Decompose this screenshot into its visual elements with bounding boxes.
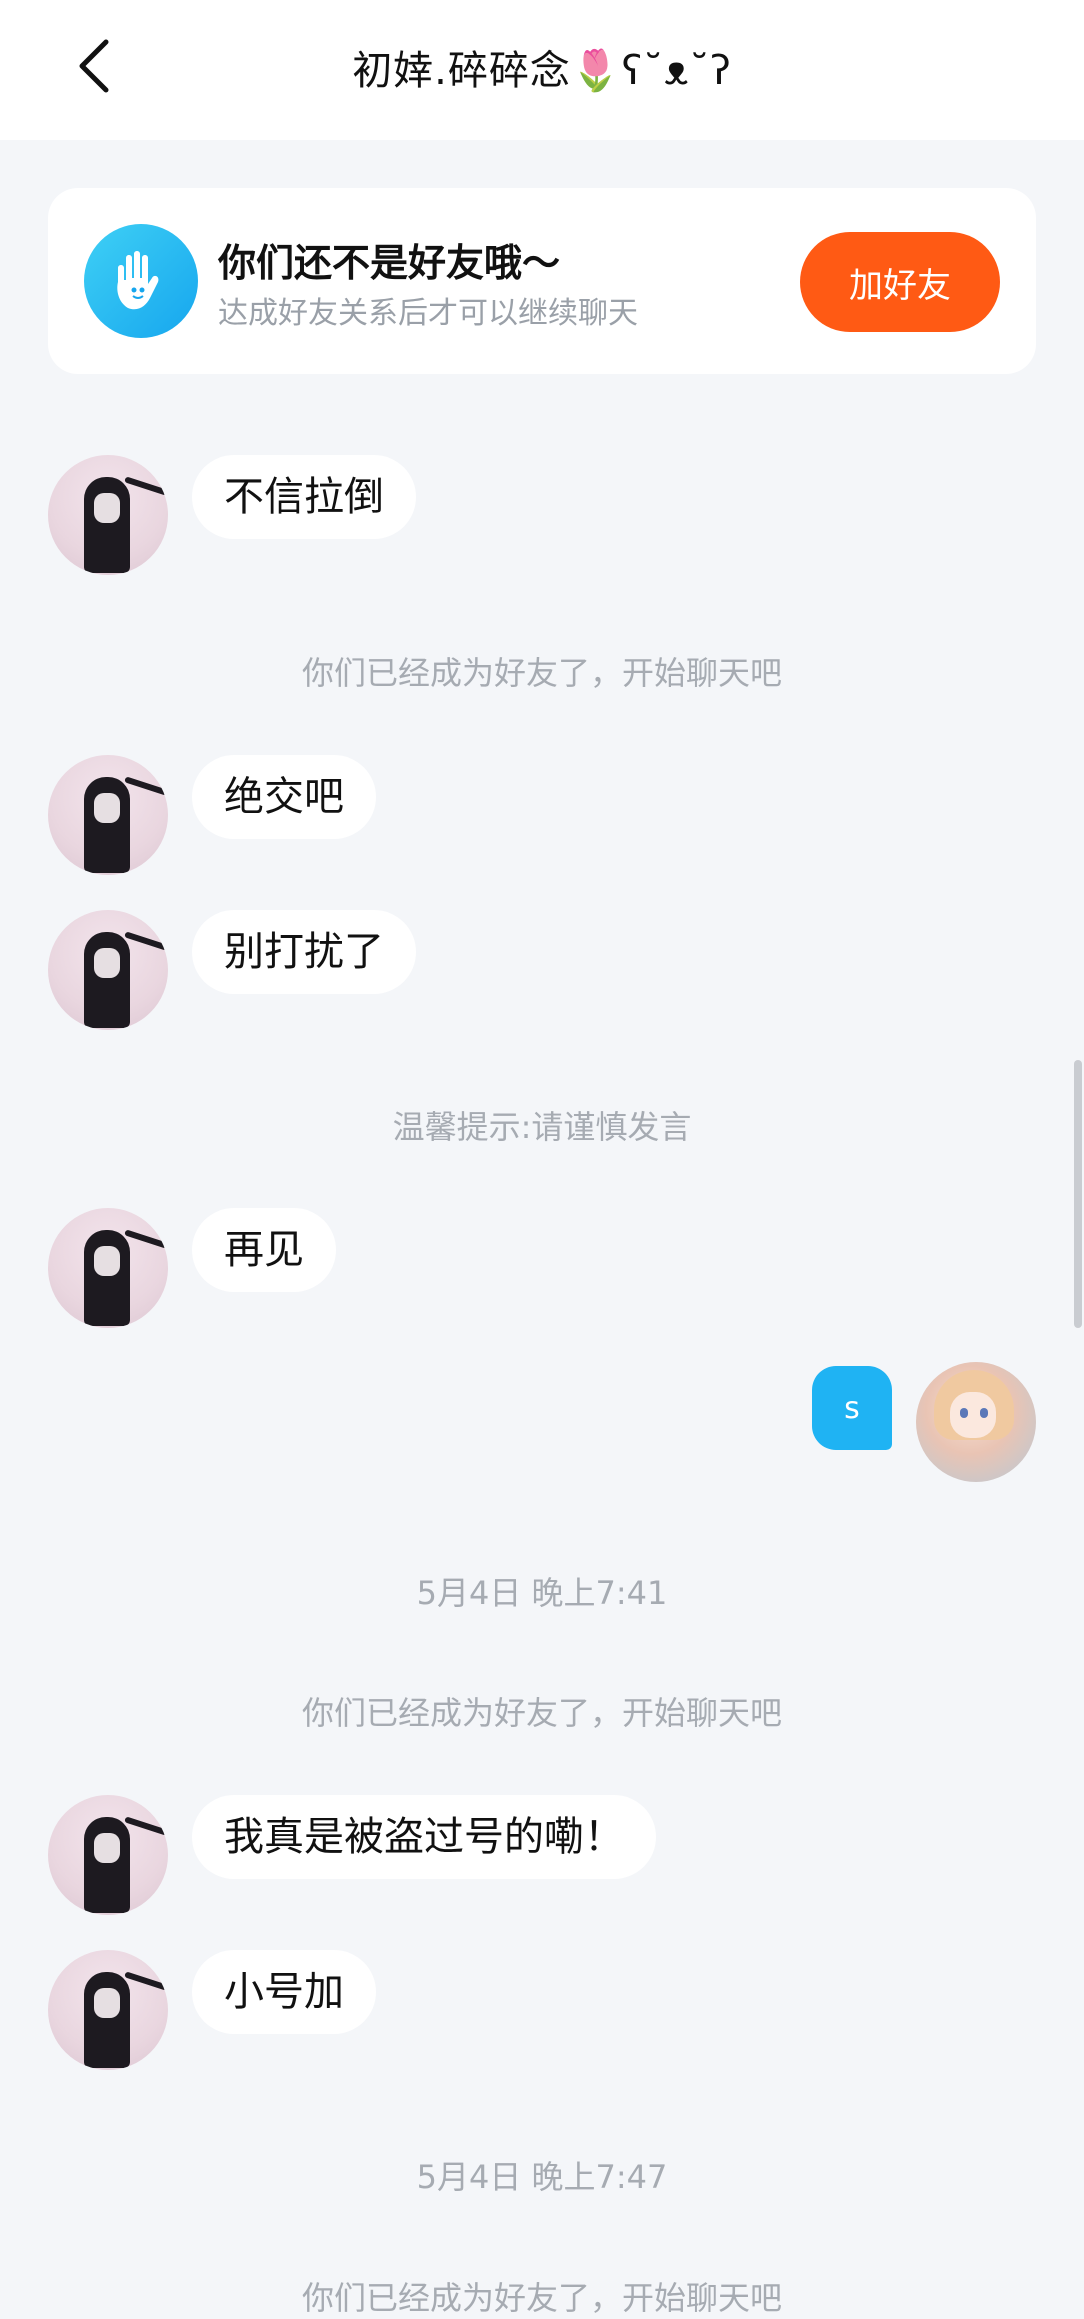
message-bubble[interactable]: 别打扰了 (192, 910, 416, 994)
banner-title: 你们还不是好友哦～ (218, 241, 561, 285)
contact-avatar[interactable] (48, 910, 168, 1030)
self-message-bubble[interactable]: s (812, 1366, 892, 1450)
timestamp: 5月4日 晚上7:47 (416, 2158, 668, 2196)
contact-avatar[interactable] (48, 755, 168, 875)
system-note: 你们已经成为好友了，开始聊天吧 (301, 2279, 782, 2317)
timestamp: 5月4日 晚上7:41 (416, 1574, 668, 1612)
not-friend-banner: 你们还不是好友哦～ 达成好友关系后才可以继续聊天 加好友 (48, 188, 1036, 374)
system-note: 你们已经成为好友了，开始聊天吧 (301, 1694, 782, 1732)
hand-wave-icon (84, 224, 198, 338)
add-friend-button[interactable]: 加好友 (800, 232, 1000, 332)
system-note: 温馨提示:请谨慎发言 (392, 1108, 692, 1146)
message-bubble[interactable]: 绝交吧 (192, 755, 376, 839)
banner-subtitle: 达成好友关系后才可以继续聊天 (218, 296, 638, 331)
top-bar: 初婞.碎碎念🌷ʕ˘ᴥ˘ʔ (0, 0, 1084, 140)
contact-avatar[interactable] (48, 1795, 168, 1915)
message-bubble[interactable]: 不信拉倒 (192, 455, 416, 539)
message-bubble[interactable]: 我真是被盗过号的嘞！ (192, 1795, 656, 1879)
contact-avatar[interactable] (48, 1950, 168, 2070)
message-bubble[interactable]: 小号加 (192, 1950, 376, 2034)
message-bubble[interactable]: 再见 (192, 1208, 336, 1292)
chat-title: 初婞.碎碎念🌷ʕ˘ᴥ˘ʔ (352, 48, 732, 94)
contact-avatar[interactable] (48, 455, 168, 575)
contact-avatar[interactable] (48, 1208, 168, 1328)
scrollbar[interactable] (1074, 1060, 1082, 1328)
system-note: 你们已经成为好友了，开始聊天吧 (301, 654, 782, 692)
self-avatar[interactable] (916, 1362, 1036, 1482)
